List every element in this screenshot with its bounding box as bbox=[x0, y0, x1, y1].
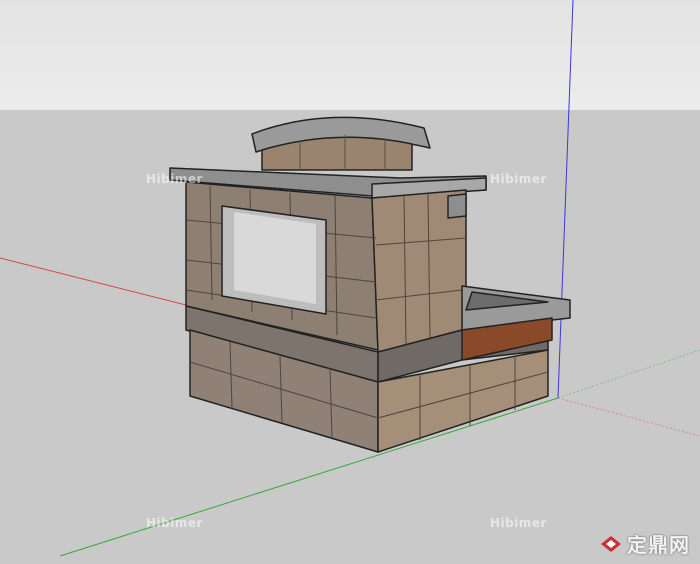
fireplace-model[interactable] bbox=[169, 116, 571, 453]
blue-axis bbox=[557, 0, 574, 399]
site-logo[interactable]: 定鼎网 bbox=[599, 529, 690, 558]
red-axis-dashed bbox=[557, 397, 700, 437]
logo-text: 定鼎网 bbox=[627, 533, 690, 557]
side-cap-nub bbox=[447, 193, 467, 219]
modeling-viewport[interactable]: Hibimer Hibimer Hibimer Hibimer 定鼎网 bbox=[0, 0, 700, 564]
red-axis bbox=[0, 257, 187, 306]
green-axis-dashed bbox=[557, 349, 700, 399]
zhulong-diamond-icon bbox=[601, 535, 621, 552]
scene-canvas[interactable] bbox=[0, 0, 700, 564]
